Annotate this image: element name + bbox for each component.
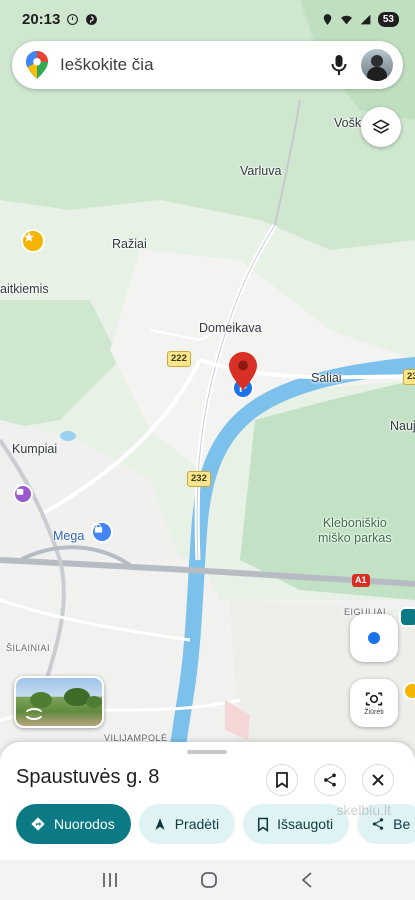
map-label-kumpiai: Kumpiai xyxy=(12,442,58,456)
directions-button[interactable]: Nuorodos xyxy=(16,804,131,844)
road-shield-edge: 23 xyxy=(403,369,415,385)
lens-caption: Žiūrėti xyxy=(364,709,384,716)
camera-icon xyxy=(365,692,383,706)
voice-search-button[interactable] xyxy=(323,49,355,81)
road-shield-232: 232 xyxy=(187,471,211,487)
edge-star-poi-icon[interactable] xyxy=(403,682,415,700)
map-label-domeikava: Domeikava xyxy=(199,321,262,335)
system-navigation-bar xyxy=(0,860,415,900)
google-maps-logo-icon xyxy=(26,51,48,79)
save-chip-button[interactable]: Išsaugoti xyxy=(243,804,350,844)
lens-button[interactable]: Žiūrėti xyxy=(350,679,398,727)
close-sheet-button[interactable] xyxy=(362,764,394,796)
bookmark-chip-icon xyxy=(258,817,269,832)
save-place-button[interactable] xyxy=(266,764,298,796)
start-label: Pradėti xyxy=(174,816,220,832)
account-avatar[interactable] xyxy=(361,49,393,81)
map-label-mega: Mega xyxy=(53,529,85,543)
share-chip-icon xyxy=(372,818,384,830)
notification-icon xyxy=(67,13,79,25)
my-location-button[interactable] xyxy=(350,614,398,662)
share-place-button[interactable] xyxy=(314,764,346,796)
place-title: Spaustuvės g. 8 xyxy=(16,766,160,788)
status-time: 20:13 xyxy=(22,10,61,28)
battery-indicator: 53 xyxy=(377,11,399,27)
recent-apps-icon[interactable] xyxy=(101,872,119,888)
road-shield-a1: A1 xyxy=(352,574,370,587)
shopping-poi-icon[interactable] xyxy=(13,484,33,504)
map-label-nauj: Nauj xyxy=(390,419,415,433)
search-bar[interactable]: Ieškokite čia xyxy=(12,41,403,89)
shopping-bag-poi-icon[interactable] xyxy=(91,521,113,543)
directions-icon xyxy=(31,817,45,831)
map-label-vosk: Vošk xyxy=(334,116,362,130)
location-status-icon xyxy=(323,13,332,25)
navigation-arrow-icon xyxy=(155,818,165,830)
back-icon[interactable] xyxy=(300,871,314,889)
start-navigation-button[interactable]: Pradėti xyxy=(138,804,236,844)
edge-poi-icon[interactable] xyxy=(399,607,415,627)
map-label-saliai: Saliai xyxy=(311,371,342,385)
street-view-rotate-icon xyxy=(26,708,42,720)
home-icon[interactable] xyxy=(200,871,218,889)
sheet-drag-handle[interactable] xyxy=(187,750,227,754)
status-bar: 20:13 53 xyxy=(0,0,415,38)
search-input[interactable]: Ieškokite čia xyxy=(60,55,323,75)
wifi-icon xyxy=(340,15,352,24)
directions-label: Nuorodos xyxy=(54,816,115,832)
star-poi-icon[interactable] xyxy=(21,229,45,253)
layers-button[interactable] xyxy=(361,107,401,147)
bookmark-icon xyxy=(276,772,288,788)
map-label-aitkiemis: aitkiemis xyxy=(0,282,49,296)
my-location-dot-icon xyxy=(368,632,380,644)
street-view-thumbnail[interactable] xyxy=(14,676,104,728)
save-label: Išsaugoti xyxy=(277,816,334,832)
road-shield-222: 222 xyxy=(167,351,191,367)
map-label-silainiai: ŠILAINIAI xyxy=(6,643,51,653)
pinterest-icon xyxy=(86,13,98,25)
map-label-raziai: Ražiai xyxy=(112,237,147,251)
layers-icon xyxy=(371,119,391,134)
share-icon xyxy=(324,773,336,787)
map-label-varluva: Varluva xyxy=(240,164,282,178)
share-label: Be xyxy=(393,816,411,832)
watermark: skelbiu.lt xyxy=(336,802,391,818)
map-label-klebonisko-parkas: Kleboniškio miško parkas xyxy=(318,516,392,545)
signal-icon xyxy=(360,14,371,24)
close-icon xyxy=(372,774,384,786)
microphone-icon xyxy=(331,55,347,75)
